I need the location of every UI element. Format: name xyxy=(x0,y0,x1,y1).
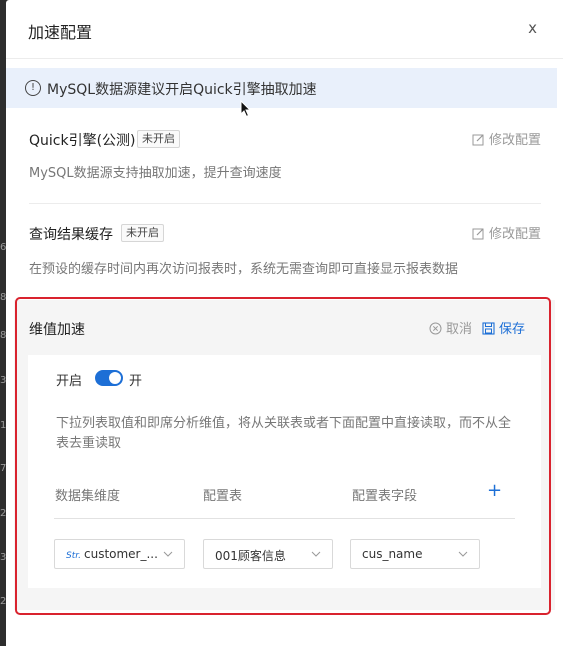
quick-engine-description: MySQL数据源支持抽取加速，提升查询速度 xyxy=(29,166,282,181)
status-badge: 未开启 xyxy=(121,224,164,242)
edit-icon xyxy=(472,134,484,146)
query-cache-description: 在预设的缓存时间内再次访问报表时，系统无需查询即可直接显示报表数据 xyxy=(29,262,459,277)
status-badge: 未开启 xyxy=(137,130,180,148)
edit-icon xyxy=(472,228,484,240)
annotation-highlight-box xyxy=(15,297,551,615)
quick-engine-edit-button[interactable]: 修改配置 xyxy=(472,129,541,148)
query-cache-title: 查询结果缓存 xyxy=(29,227,113,243)
notice-text: MySQL数据源建议开启Quick引擎抽取加速 xyxy=(47,82,317,98)
section-divider xyxy=(29,203,541,204)
query-cache-edit-button[interactable]: 修改配置 xyxy=(472,223,541,242)
dialog-title: 加速配置 xyxy=(28,23,93,42)
close-button[interactable]: x xyxy=(528,19,537,37)
info-icon: ! xyxy=(25,80,41,96)
quick-engine-section: Quick引擎(公测) 未开启 修改配置 MySQL数据源支持抽取加速，提升查询… xyxy=(29,128,541,188)
query-cache-section: 查询结果缓存 未开启 修改配置 在预设的缓存时间内再次访问报表时，系统无需查询即… xyxy=(29,222,541,282)
notice-banner: ! MySQL数据源建议开启Quick引擎抽取加速 xyxy=(6,68,557,108)
mouse-cursor-icon xyxy=(240,100,252,118)
dialog-header: 加速配置 x xyxy=(6,0,563,59)
edit-label: 修改配置 xyxy=(488,133,541,148)
quick-engine-title: Quick引擎(公测) xyxy=(29,133,136,149)
edit-label: 修改配置 xyxy=(488,227,541,242)
